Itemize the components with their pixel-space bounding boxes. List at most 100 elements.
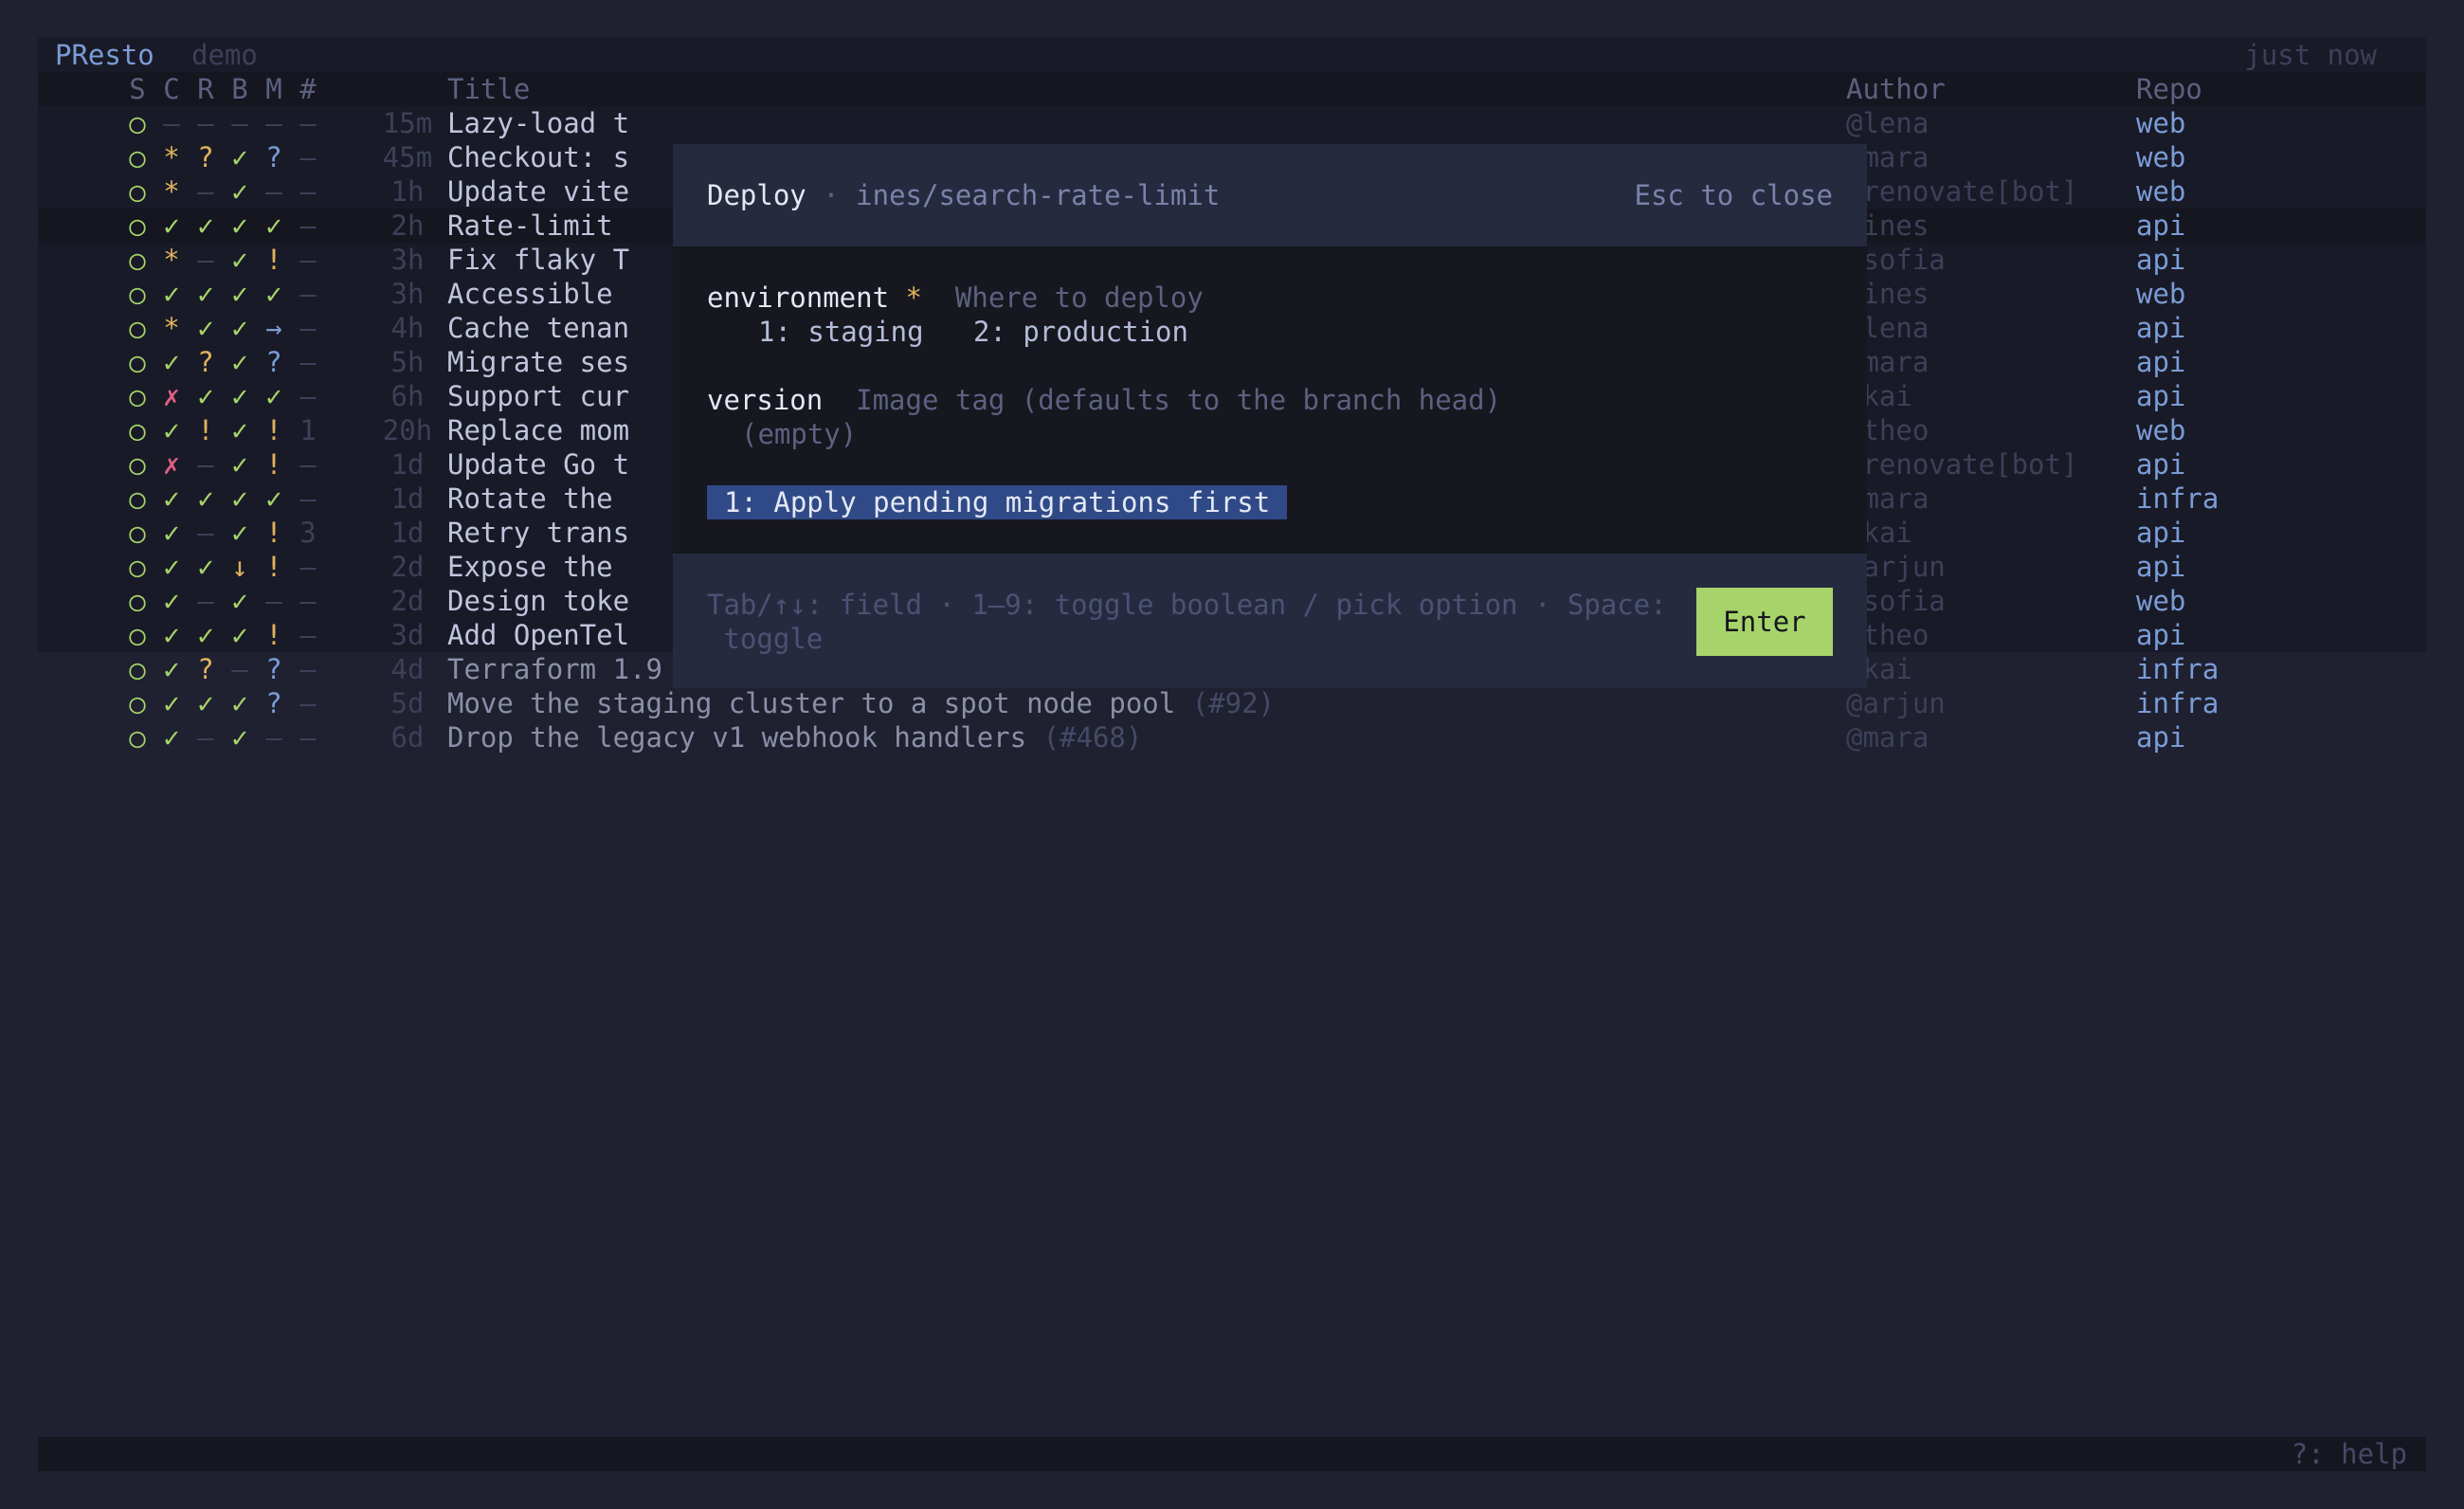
- header-branch[interactable]: B: [224, 72, 256, 106]
- pr-title[interactable]: Support cur: [447, 379, 629, 413]
- age-label: 4d: [390, 653, 425, 685]
- status-s: ○: [129, 244, 146, 276]
- pr-title-text: Move the staging cluster to a spot node …: [447, 687, 1176, 719]
- status-n: –: [299, 551, 317, 583]
- status-m: !: [265, 448, 282, 481]
- status-c: *: [163, 141, 180, 173]
- pr-repo: api: [2136, 448, 2186, 481]
- version-description: Image tag (defaults to the branch head): [856, 384, 1502, 416]
- header-review[interactable]: R: [190, 72, 222, 106]
- status-s: ○: [129, 414, 146, 446]
- status-m: ✓: [265, 482, 282, 515]
- header-status[interactable]: S: [121, 72, 154, 106]
- status-c: *: [163, 175, 180, 208]
- header-merge[interactable]: M: [258, 72, 290, 106]
- age-label: 45m: [382, 141, 433, 173]
- status-s: ○: [129, 721, 146, 754]
- pr-repo: api: [2136, 346, 2186, 378]
- status-c: ✓: [163, 414, 180, 446]
- pr-title[interactable]: Drop the legacy v1 webhook handlers (#46…: [447, 720, 1142, 754]
- pr-repo: web: [2136, 141, 2186, 173]
- pr-title[interactable]: Rate-limit: [447, 209, 613, 243]
- submit-button[interactable]: Enter: [1696, 588, 1833, 656]
- status-m: ✓: [265, 278, 282, 310]
- pr-title[interactable]: Update vite: [447, 174, 629, 209]
- pr-repo: infra: [2136, 482, 2219, 515]
- pr-title-text: Update Go t: [447, 448, 630, 481]
- status-n: –: [299, 244, 317, 276]
- pr-title[interactable]: Rotate the: [447, 482, 613, 516]
- status-m: →: [265, 312, 282, 344]
- status-c: ✓: [163, 482, 180, 515]
- pr-repo: api: [2136, 244, 2186, 276]
- pr-repo: web: [2136, 278, 2186, 310]
- close-hint[interactable]: Esc to close: [1634, 178, 1833, 212]
- status-n: –: [299, 209, 317, 242]
- help-hint[interactable]: ?: help: [2292, 1437, 2407, 1471]
- status-r: –: [197, 107, 214, 139]
- top-bar: PResto demo just now: [38, 38, 2426, 72]
- pr-title-text: Checkout: s: [447, 141, 630, 173]
- status-c: ✗: [163, 448, 180, 481]
- pr-author: @lena: [1846, 107, 1930, 139]
- age-label: 20h: [382, 414, 433, 446]
- status-n: –: [299, 619, 317, 651]
- header-ci[interactable]: C: [155, 72, 188, 106]
- deploy-dialog: Deploy · ines/search-rate-limit Esc to c…: [673, 144, 1867, 688]
- environment-options[interactable]: 1: staging 2: production: [758, 315, 1188, 349]
- status-c: ✓: [163, 517, 180, 549]
- table-row[interactable]: ○ – – – – –15m Lazy-load t @lena web: [38, 106, 2426, 140]
- status-b: ✓: [231, 414, 248, 446]
- environment-field[interactable]: environment * Where to deploy: [707, 281, 1204, 315]
- status-s: ○: [129, 619, 146, 651]
- status-b: ✓: [231, 517, 248, 549]
- status-b: ✓: [231, 721, 248, 754]
- title-separator: ·: [823, 179, 840, 211]
- status-r: ✓: [197, 380, 214, 412]
- pr-title-text: Cache tenan: [447, 312, 630, 344]
- pr-title[interactable]: Checkout: s: [447, 140, 629, 174]
- dialog-branch: ines/search-rate-limit: [856, 179, 1221, 211]
- pr-title[interactable]: Add OpenTel: [447, 618, 629, 652]
- dialog-footer: Tab/↑↓: field · 1–9: toggle boolean / pi…: [673, 554, 1867, 688]
- pr-title[interactable]: Migrate ses: [447, 345, 629, 379]
- pr-title-text: Add OpenTel: [447, 619, 630, 651]
- version-input[interactable]: (empty): [741, 417, 857, 451]
- pr-title[interactable]: Design toke: [447, 584, 629, 618]
- pr-title[interactable]: Fix flaky T: [447, 243, 629, 277]
- pr-title[interactable]: Move the staging cluster to a spot node …: [447, 686, 1275, 720]
- pr-title-text: Update vite: [447, 175, 630, 208]
- pr-title[interactable]: Cache tenan: [447, 311, 629, 345]
- refresh-timestamp: just now: [2244, 39, 2377, 71]
- pr-repo: web: [2136, 414, 2186, 446]
- header-title[interactable]: Title: [447, 72, 530, 106]
- status-b: ✓: [231, 175, 248, 208]
- pr-title-text: Support cur: [447, 380, 630, 412]
- pr-title[interactable]: Expose the: [447, 550, 613, 584]
- pr-repo: web: [2136, 107, 2186, 139]
- header-repo[interactable]: Repo: [2136, 72, 2202, 106]
- table-row[interactable]: ○ ✓ ✓ ✓? – 5d Move the staging cluster to a sp…: [38, 686, 2426, 720]
- header-author[interactable]: Author: [1846, 72, 1946, 106]
- pr-title[interactable]: Update Go t: [447, 447, 629, 482]
- status-n: –: [299, 482, 317, 515]
- migrations-toggle[interactable]: 1: Apply pending migrations first: [707, 485, 1288, 519]
- pr-title[interactable]: Retry trans: [447, 516, 629, 550]
- environment-option-list[interactable]: 1: staging 2: production: [758, 316, 1188, 348]
- header-comments[interactable]: #: [292, 72, 324, 106]
- pr-title-text: Retry trans: [447, 517, 630, 549]
- pr-repo: web: [2136, 585, 2186, 617]
- pr-author: @arjun: [1846, 687, 1946, 719]
- pr-title[interactable]: Replace mom: [447, 413, 629, 447]
- version-field[interactable]: version Image tag (defaults to the branc…: [707, 383, 1501, 417]
- pr-title[interactable]: Accessible: [447, 277, 613, 311]
- status-b: ✓: [231, 312, 248, 344]
- pr-title[interactable]: Lazy-load t: [447, 106, 629, 140]
- table-row[interactable]: ○ ✓ – ✓ – –6d Drop the legacy v1 webhook handl…: [38, 720, 2426, 754]
- age-label: 6d: [390, 721, 425, 754]
- status-r: ?: [197, 141, 214, 173]
- pr-repo: api: [2136, 209, 2186, 242]
- status-b: ✓: [231, 346, 248, 378]
- status-n: 1: [299, 414, 317, 446]
- age-label: 1h: [390, 175, 425, 208]
